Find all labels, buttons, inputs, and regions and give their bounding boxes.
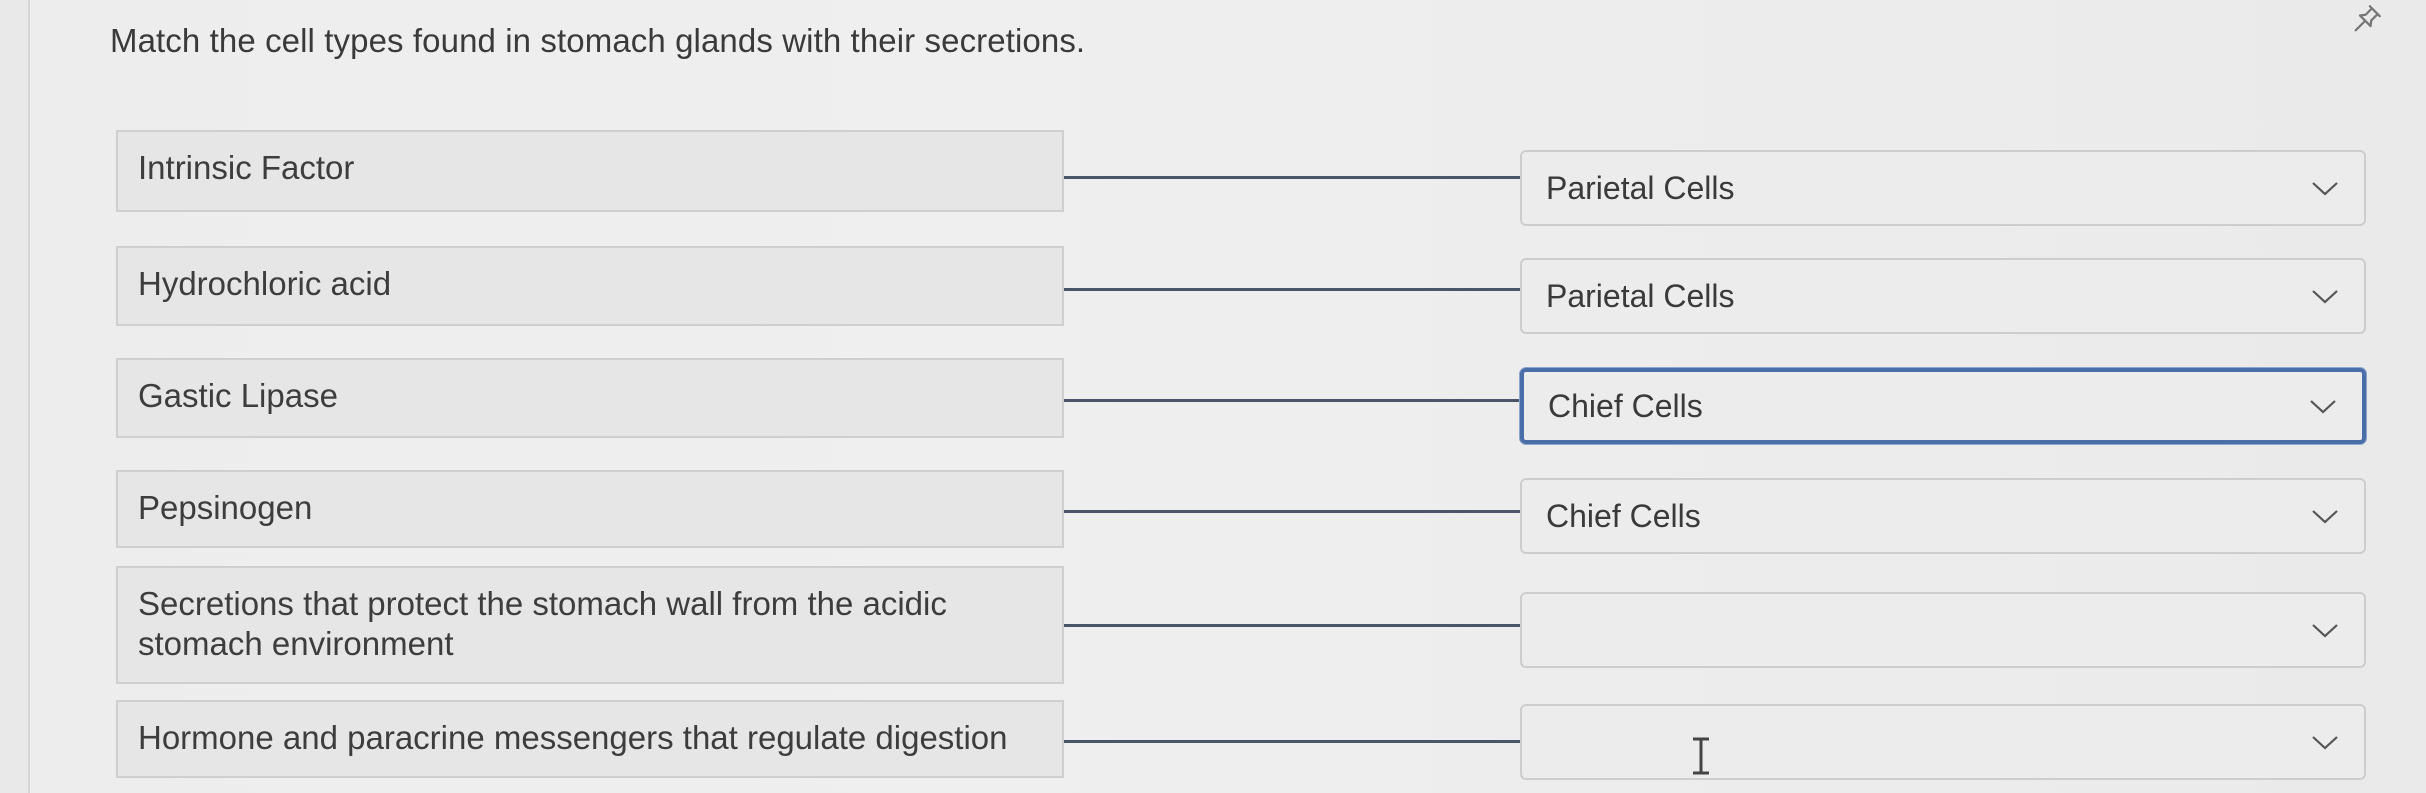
prompt-box: Secretions that protect the stomach wall…: [116, 566, 1064, 684]
chevron-down-icon: [2312, 510, 2338, 524]
answer-dropdown[interactable]: Parietal Cells: [1520, 150, 2366, 226]
answer-dropdown[interactable]: Chief Cells: [1520, 368, 2366, 444]
matching-rows: Intrinsic Factor Parietal Cells Hydrochl…: [0, 0, 2426, 793]
connector-line: [1064, 288, 1520, 291]
chevron-down-icon: [2310, 400, 2336, 414]
dropdown-value: Chief Cells: [1548, 387, 1703, 424]
prompt-box: Gastic Lipase: [116, 358, 1064, 438]
prompt-text: Gastic Lipase: [138, 377, 338, 414]
prompt-text: Hormone and paracrine messengers that re…: [138, 719, 1008, 756]
chevron-down-icon: [2312, 736, 2338, 750]
prompt-text: Hydrochloric acid: [138, 265, 392, 302]
prompt-box: Intrinsic Factor: [116, 130, 1064, 212]
chevron-down-icon: [2312, 290, 2338, 304]
prompt-box: Hydrochloric acid: [116, 246, 1064, 326]
answer-dropdown[interactable]: Chief Cells: [1520, 478, 2366, 554]
prompt-text: Secretions that protect the stomach wall…: [138, 585, 947, 662]
prompt-box: Pepsinogen: [116, 470, 1064, 548]
dropdown-value: Parietal Cells: [1546, 169, 1735, 206]
connector-line: [1064, 176, 1520, 179]
text-cursor-icon: [1693, 737, 1709, 775]
answer-dropdown[interactable]: [1520, 704, 2366, 780]
connector-line: [1064, 740, 1520, 743]
answer-dropdown[interactable]: Parietal Cells: [1520, 258, 2366, 334]
connector-line: [1064, 510, 1520, 513]
chevron-down-icon: [2312, 182, 2338, 196]
connector-line: [1064, 399, 1520, 402]
chevron-down-icon: [2312, 624, 2338, 638]
dropdown-value: Parietal Cells: [1546, 277, 1735, 314]
connector-line: [1064, 624, 1520, 627]
prompt-text: Pepsinogen: [138, 489, 313, 526]
answer-dropdown[interactable]: [1520, 592, 2366, 668]
prompt-text: Intrinsic Factor: [138, 149, 355, 186]
prompt-box: Hormone and paracrine messengers that re…: [116, 700, 1064, 778]
dropdown-value: Chief Cells: [1546, 497, 1701, 534]
